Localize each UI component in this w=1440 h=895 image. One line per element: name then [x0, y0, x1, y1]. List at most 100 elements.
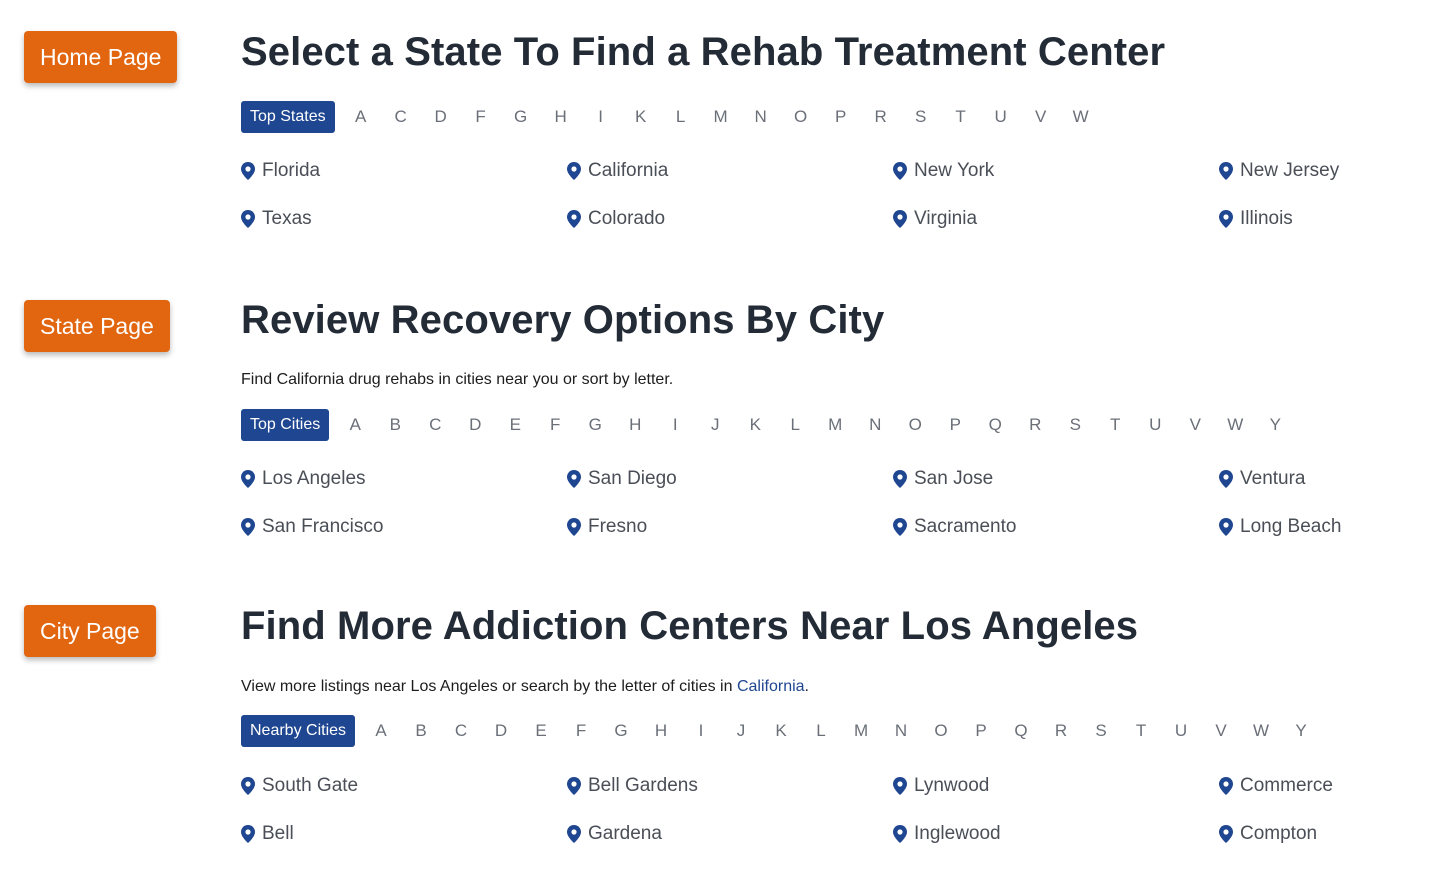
tab-nearby-cities[interactable]: Nearby Cities	[241, 715, 356, 747]
state-location-link[interactable]: San Jose	[893, 468, 993, 490]
city-letter-f[interactable]: F	[561, 721, 601, 741]
city-letter-j[interactable]: J	[721, 721, 761, 741]
home-letter-c[interactable]: C	[381, 107, 421, 127]
home-location-link[interactable]: California	[567, 160, 668, 182]
home-letter-o[interactable]: O	[781, 107, 821, 127]
city-location-link[interactable]: Bell Gardens	[567, 775, 698, 797]
tab-top-states[interactable]: Top States	[241, 101, 335, 133]
state-letter-d[interactable]: D	[455, 415, 495, 435]
state-letter-i[interactable]: I	[655, 415, 695, 435]
state-location-link[interactable]: Long Beach	[1219, 516, 1341, 538]
state-location-link[interactable]: Los Angeles	[241, 468, 366, 490]
home-letter-w[interactable]: W	[1061, 107, 1101, 127]
home-location-link[interactable]: Virginia	[893, 208, 977, 230]
city-letter-m[interactable]: M	[841, 721, 881, 741]
home-letter-t[interactable]: T	[941, 107, 981, 127]
city-letter-n[interactable]: N	[881, 721, 921, 741]
home-location-link[interactable]: New York	[893, 160, 994, 182]
city-letter-e[interactable]: E	[521, 721, 561, 741]
home-location-link[interactable]: New Jersey	[1219, 160, 1339, 182]
home-letter-p[interactable]: P	[821, 107, 861, 127]
city-letter-c[interactable]: C	[441, 721, 481, 741]
state-location-link[interactable]: Fresno	[567, 516, 647, 538]
home-letter-g[interactable]: G	[501, 107, 541, 127]
city-location-link[interactable]: Compton	[1219, 823, 1317, 845]
city-letter-r[interactable]: R	[1041, 721, 1081, 741]
state-letter-q[interactable]: Q	[975, 415, 1015, 435]
home-letter-n[interactable]: N	[741, 107, 781, 127]
state-letter-j[interactable]: J	[695, 415, 735, 435]
city-letter-o[interactable]: O	[921, 721, 961, 741]
state-letter-v[interactable]: V	[1175, 415, 1215, 435]
city-location-link[interactable]: Lynwood	[893, 775, 989, 797]
city-location-link[interactable]: Gardena	[567, 823, 662, 845]
home-location-link[interactable]: Illinois	[1219, 208, 1293, 230]
city-letter-u[interactable]: U	[1161, 721, 1201, 741]
state-letter-k[interactable]: K	[735, 415, 775, 435]
state-letter-m[interactable]: M	[815, 415, 855, 435]
city-letter-p[interactable]: P	[961, 721, 1001, 741]
city-letter-s[interactable]: S	[1081, 721, 1121, 741]
home-location-link[interactable]: Colorado	[567, 208, 665, 230]
state-letter-l[interactable]: L	[775, 415, 815, 435]
state-letter-f[interactable]: F	[535, 415, 575, 435]
home-letter-d[interactable]: D	[421, 107, 461, 127]
home-letter-u[interactable]: U	[981, 107, 1021, 127]
home-letter-s[interactable]: S	[901, 107, 941, 127]
city-location-link[interactable]: Commerce	[1219, 775, 1333, 797]
home-letter-r[interactable]: R	[861, 107, 901, 127]
state-letter-p[interactable]: P	[935, 415, 975, 435]
city-subtitle-end: .	[804, 678, 809, 695]
state-letter-h[interactable]: H	[615, 415, 655, 435]
home-location-link[interactable]: Florida	[241, 160, 320, 182]
city-letter-i[interactable]: I	[681, 721, 721, 741]
home-letter-l[interactable]: L	[661, 107, 701, 127]
city-letter-y[interactable]: Y	[1281, 721, 1321, 741]
state-letter-s[interactable]: S	[1055, 415, 1095, 435]
city-location-link[interactable]: South Gate	[241, 775, 358, 797]
home-letter-k[interactable]: K	[621, 107, 661, 127]
state-letter-a[interactable]: A	[335, 415, 375, 435]
city-letter-b[interactable]: B	[401, 721, 441, 741]
home-location-link[interactable]: Texas	[241, 208, 312, 230]
state-letter-o[interactable]: O	[895, 415, 935, 435]
tab-top-cities[interactable]: Top Cities	[241, 409, 330, 441]
state-letter-e[interactable]: E	[495, 415, 535, 435]
state-letter-g[interactable]: G	[575, 415, 615, 435]
home-letter-v[interactable]: V	[1021, 107, 1061, 127]
home-letter-m[interactable]: M	[701, 107, 741, 127]
state-location-link[interactable]: Sacramento	[893, 516, 1016, 538]
state-letter-r[interactable]: R	[1015, 415, 1055, 435]
home-letter-h[interactable]: H	[541, 107, 581, 127]
city-letter-w[interactable]: W	[1241, 721, 1281, 741]
state-page-badge: State Page	[24, 300, 170, 352]
state-letter-y[interactable]: Y	[1255, 415, 1295, 435]
city-location-link[interactable]: Bell	[241, 823, 294, 845]
state-location-link[interactable]: San Francisco	[241, 516, 383, 538]
state-letter-u[interactable]: U	[1135, 415, 1175, 435]
city-letter-v[interactable]: V	[1201, 721, 1241, 741]
city-letter-q[interactable]: Q	[1001, 721, 1041, 741]
home-location-label: Illinois	[1240, 208, 1293, 229]
city-letter-a[interactable]: A	[361, 721, 401, 741]
city-letter-t[interactable]: T	[1121, 721, 1161, 741]
home-letter-a[interactable]: A	[341, 107, 381, 127]
state-location-link[interactable]: San Diego	[567, 468, 677, 490]
home-location-label: California	[588, 160, 669, 181]
home-letter-nav: Top States ACDFGHIKLMNOPRSTUVW	[241, 101, 1101, 133]
city-letter-l[interactable]: L	[801, 721, 841, 741]
city-letter-h[interactable]: H	[641, 721, 681, 741]
home-letter-i[interactable]: I	[581, 107, 621, 127]
city-location-link[interactable]: Inglewood	[893, 823, 1001, 845]
california-link[interactable]: California	[737, 678, 805, 695]
state-letter-n[interactable]: N	[855, 415, 895, 435]
state-letter-w[interactable]: W	[1215, 415, 1255, 435]
city-letter-k[interactable]: K	[761, 721, 801, 741]
state-letter-b[interactable]: B	[375, 415, 415, 435]
city-letter-g[interactable]: G	[601, 721, 641, 741]
state-location-link[interactable]: Ventura	[1219, 468, 1306, 490]
city-letter-d[interactable]: D	[481, 721, 521, 741]
home-letter-f[interactable]: F	[461, 107, 501, 127]
state-letter-c[interactable]: C	[415, 415, 455, 435]
state-letter-t[interactable]: T	[1095, 415, 1135, 435]
